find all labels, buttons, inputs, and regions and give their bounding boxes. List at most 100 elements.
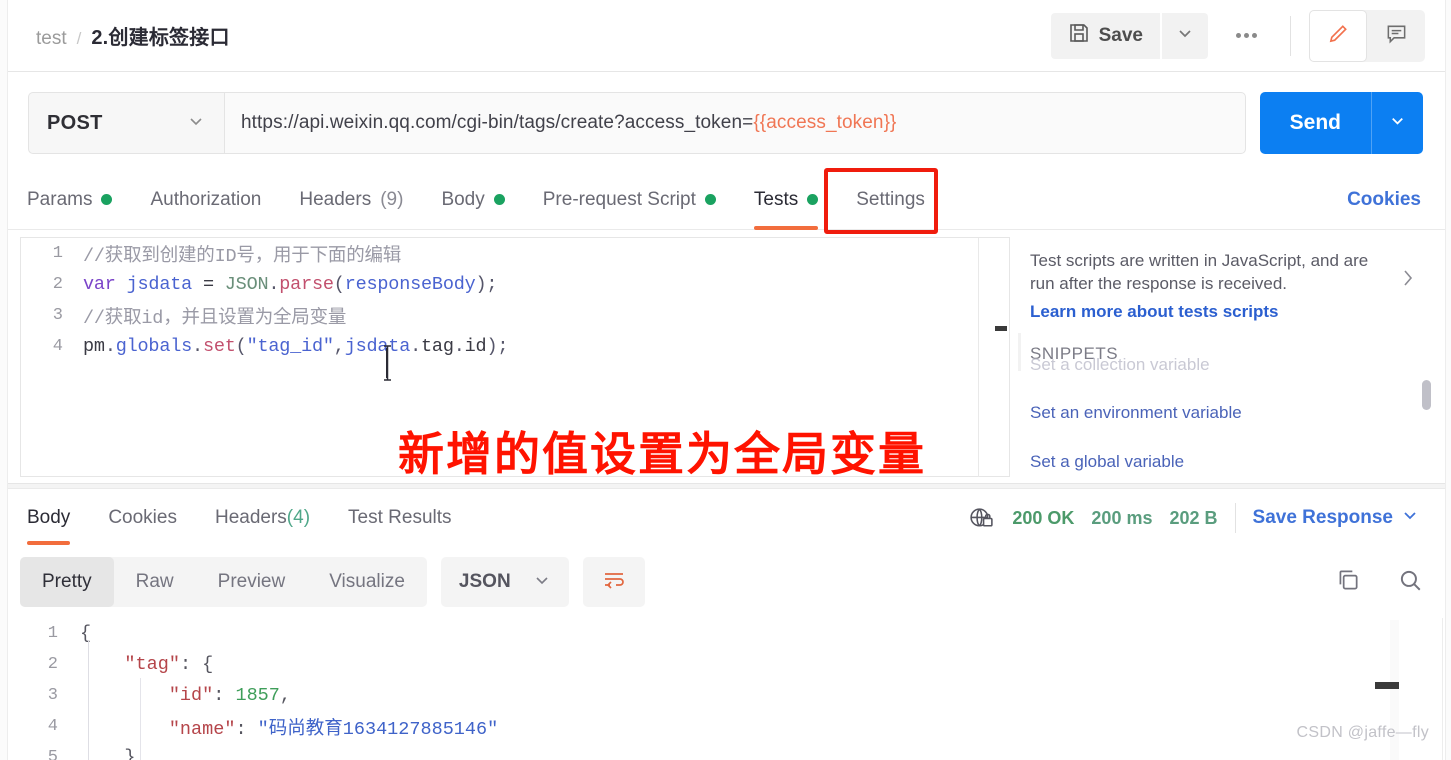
json-fold-rail <box>88 640 89 760</box>
response-right-rule <box>1442 618 1443 760</box>
response-tab-test-results[interactable]: Test Results <box>329 489 470 547</box>
snippet-item-collection-variable[interactable]: Set a collection variable <box>1030 355 1210 375</box>
response-tab-label: Test Results <box>348 507 452 528</box>
response-view-raw[interactable]: Raw <box>114 557 196 607</box>
json-line[interactable]: 3 "id": 1857, <box>20 680 1431 711</box>
tab-modified-dot-icon <box>807 194 819 205</box>
code-line[interactable]: 2 var jsdata = JSON.parse(responseBody); <box>21 269 1009 300</box>
snippets-left-rule <box>1018 333 1021 371</box>
word-wrap-button[interactable] <box>582 557 645 607</box>
response-view-pretty[interactable]: Pretty <box>20 557 114 607</box>
tab-pre-request-script[interactable]: Pre-request Script <box>524 170 735 230</box>
snippet-item-global-variable[interactable]: Set a global variable <box>1030 452 1184 472</box>
response-format-select[interactable]: JSON <box>440 557 569 607</box>
line-number: 1 <box>47 624 58 643</box>
right-gutter <box>1445 0 1451 760</box>
page-title: 2.创建标签接口 <box>91 27 230 49</box>
meta-divider <box>1234 503 1236 533</box>
send-button[interactable]: Send <box>1260 92 1371 154</box>
tab-settings[interactable]: Settings <box>837 170 944 230</box>
json-text: "name": "码尚教育1634127885146" <box>168 718 499 740</box>
search-icon <box>1397 567 1423 598</box>
url-base-text: https://api.weixin.qq.com/cgi-bin/tags/c… <box>241 112 754 133</box>
tab-label: Authorization <box>150 188 262 210</box>
json-line[interactable]: 4 "name": "码尚教育1634127885146" <box>20 711 1431 742</box>
snippets-scrollbar-thumb[interactable] <box>1422 380 1431 410</box>
floppy-disk-icon <box>1068 22 1090 49</box>
tab-params[interactable]: Params <box>8 170 131 230</box>
response-status: 200 OK <box>1012 507 1075 528</box>
response-view-visualize[interactable]: Visualize <box>307 557 427 607</box>
code-line[interactable]: 4 pm.globals.set("tag_id",jsdata.tag.id); <box>21 331 1009 362</box>
save-label: Save <box>1098 24 1143 46</box>
line-number: 1 <box>52 244 63 263</box>
send-dropdown-button[interactable] <box>1371 92 1423 154</box>
tab-modified-dot-icon <box>704 194 716 205</box>
json-fold-rail-inner <box>140 678 141 760</box>
code-text: //获取id，并且设置为全局变量 <box>83 307 347 329</box>
tab-label: Headers <box>299 188 372 210</box>
breadcrumb: test / 2.创建标签接口 <box>8 21 230 50</box>
learn-more-link[interactable]: Learn more about tests scripts <box>1030 302 1445 322</box>
send-group: Send <box>1259 92 1423 154</box>
json-line[interactable]: 1{ <box>20 618 1431 649</box>
save-dropdown-button[interactable] <box>1162 12 1208 59</box>
cookies-link[interactable]: Cookies <box>1347 189 1445 211</box>
tab-tests[interactable]: Tests <box>735 170 837 230</box>
line-number: 4 <box>47 717 58 736</box>
request-tab-bar: Params Authorization Headers (9) Body Pre-re… <box>8 170 1445 230</box>
url-input[interactable]: https://api.weixin.qq.com/cgi-bin/tags/c… <box>224 92 1246 154</box>
json-line[interactable]: 5 } <box>20 742 1431 760</box>
ellipsis-icon <box>1235 33 1241 38</box>
response-tab-bar: Body Cookies Headers (4) Test Results 200 O… <box>8 489 1445 547</box>
tab-body[interactable]: Body <box>422 170 523 230</box>
save-response-button[interactable]: Save Response <box>1253 506 1419 530</box>
response-view-segmented: Pretty Raw Preview Visualize <box>20 557 427 607</box>
code-line[interactable]: 1 //获取到创建的ID号，用于下面的编辑 <box>21 238 1009 269</box>
tab-modified-dot-icon <box>101 194 113 205</box>
code-line[interactable]: 3 //获取id，并且设置为全局变量 <box>21 300 1009 331</box>
tests-script-editor[interactable]: 1 //获取到创建的ID号，用于下面的编辑 2 var jsdata = JSON.p… <box>20 237 1010 477</box>
comments-button[interactable] <box>1367 10 1425 62</box>
editor-horizontal-scrollbar[interactable] <box>995 326 1007 331</box>
copy-button[interactable] <box>1335 567 1361 598</box>
response-body-viewer[interactable]: 1{2 "tag": {3 "id": 1857, 4 "name": "码尚教育… <box>20 618 1431 760</box>
snippets-panel: Test scripts are written in JavaScript, … <box>1018 237 1445 477</box>
response-scrollbar-thumb[interactable] <box>1375 682 1399 689</box>
json-line[interactable]: 2 "tag": { <box>20 649 1431 680</box>
response-view-preview[interactable]: Preview <box>196 557 308 607</box>
save-response-label: Save Response <box>1252 507 1393 528</box>
edit-mode-button[interactable] <box>1309 9 1367 62</box>
tab-label: Tests <box>753 188 799 210</box>
http-method-select[interactable]: POST <box>28 92 224 154</box>
header-actions: Save <box>1050 9 1445 62</box>
json-text: "id": 1857, <box>168 685 291 706</box>
snippets-collapse-button[interactable] <box>1397 267 1419 294</box>
tab-count: (9) <box>380 188 404 210</box>
comment-icon <box>1385 22 1408 50</box>
save-group: Save <box>1050 12 1208 59</box>
view-mode-toggle <box>1309 9 1425 62</box>
search-button[interactable] <box>1397 567 1423 598</box>
response-tab-label: Body <box>27 507 71 528</box>
code-text: pm.globals.set("tag_id",jsdata.tag.id); <box>83 336 509 357</box>
snippet-item-environment-variable[interactable]: Set an environment variable <box>1030 403 1242 423</box>
response-tab-label: Headers <box>214 507 287 528</box>
line-number: 2 <box>52 275 63 294</box>
url-variable-token: {{access_token}} <box>753 112 897 133</box>
tab-authorization[interactable]: Authorization <box>131 170 280 230</box>
chevron-right-icon <box>1397 270 1419 293</box>
chevron-down-icon <box>1388 111 1407 135</box>
save-button[interactable]: Save <box>1050 12 1160 59</box>
more-actions-button[interactable] <box>1220 13 1272 59</box>
response-tab-body[interactable]: Body <box>8 489 89 547</box>
line-number: 3 <box>47 686 58 705</box>
tab-headers[interactable]: Headers (9) <box>280 170 422 230</box>
response-tab-headers[interactable]: Headers (4) <box>196 489 329 547</box>
breadcrumb-collection[interactable]: test <box>36 28 67 50</box>
tab-label: Settings <box>856 188 925 210</box>
pencil-icon <box>1327 22 1350 50</box>
tab-label: Pre-request Script <box>542 188 696 210</box>
response-tab-cookies[interactable]: Cookies <box>89 489 196 547</box>
chevron-down-icon <box>1176 24 1194 47</box>
